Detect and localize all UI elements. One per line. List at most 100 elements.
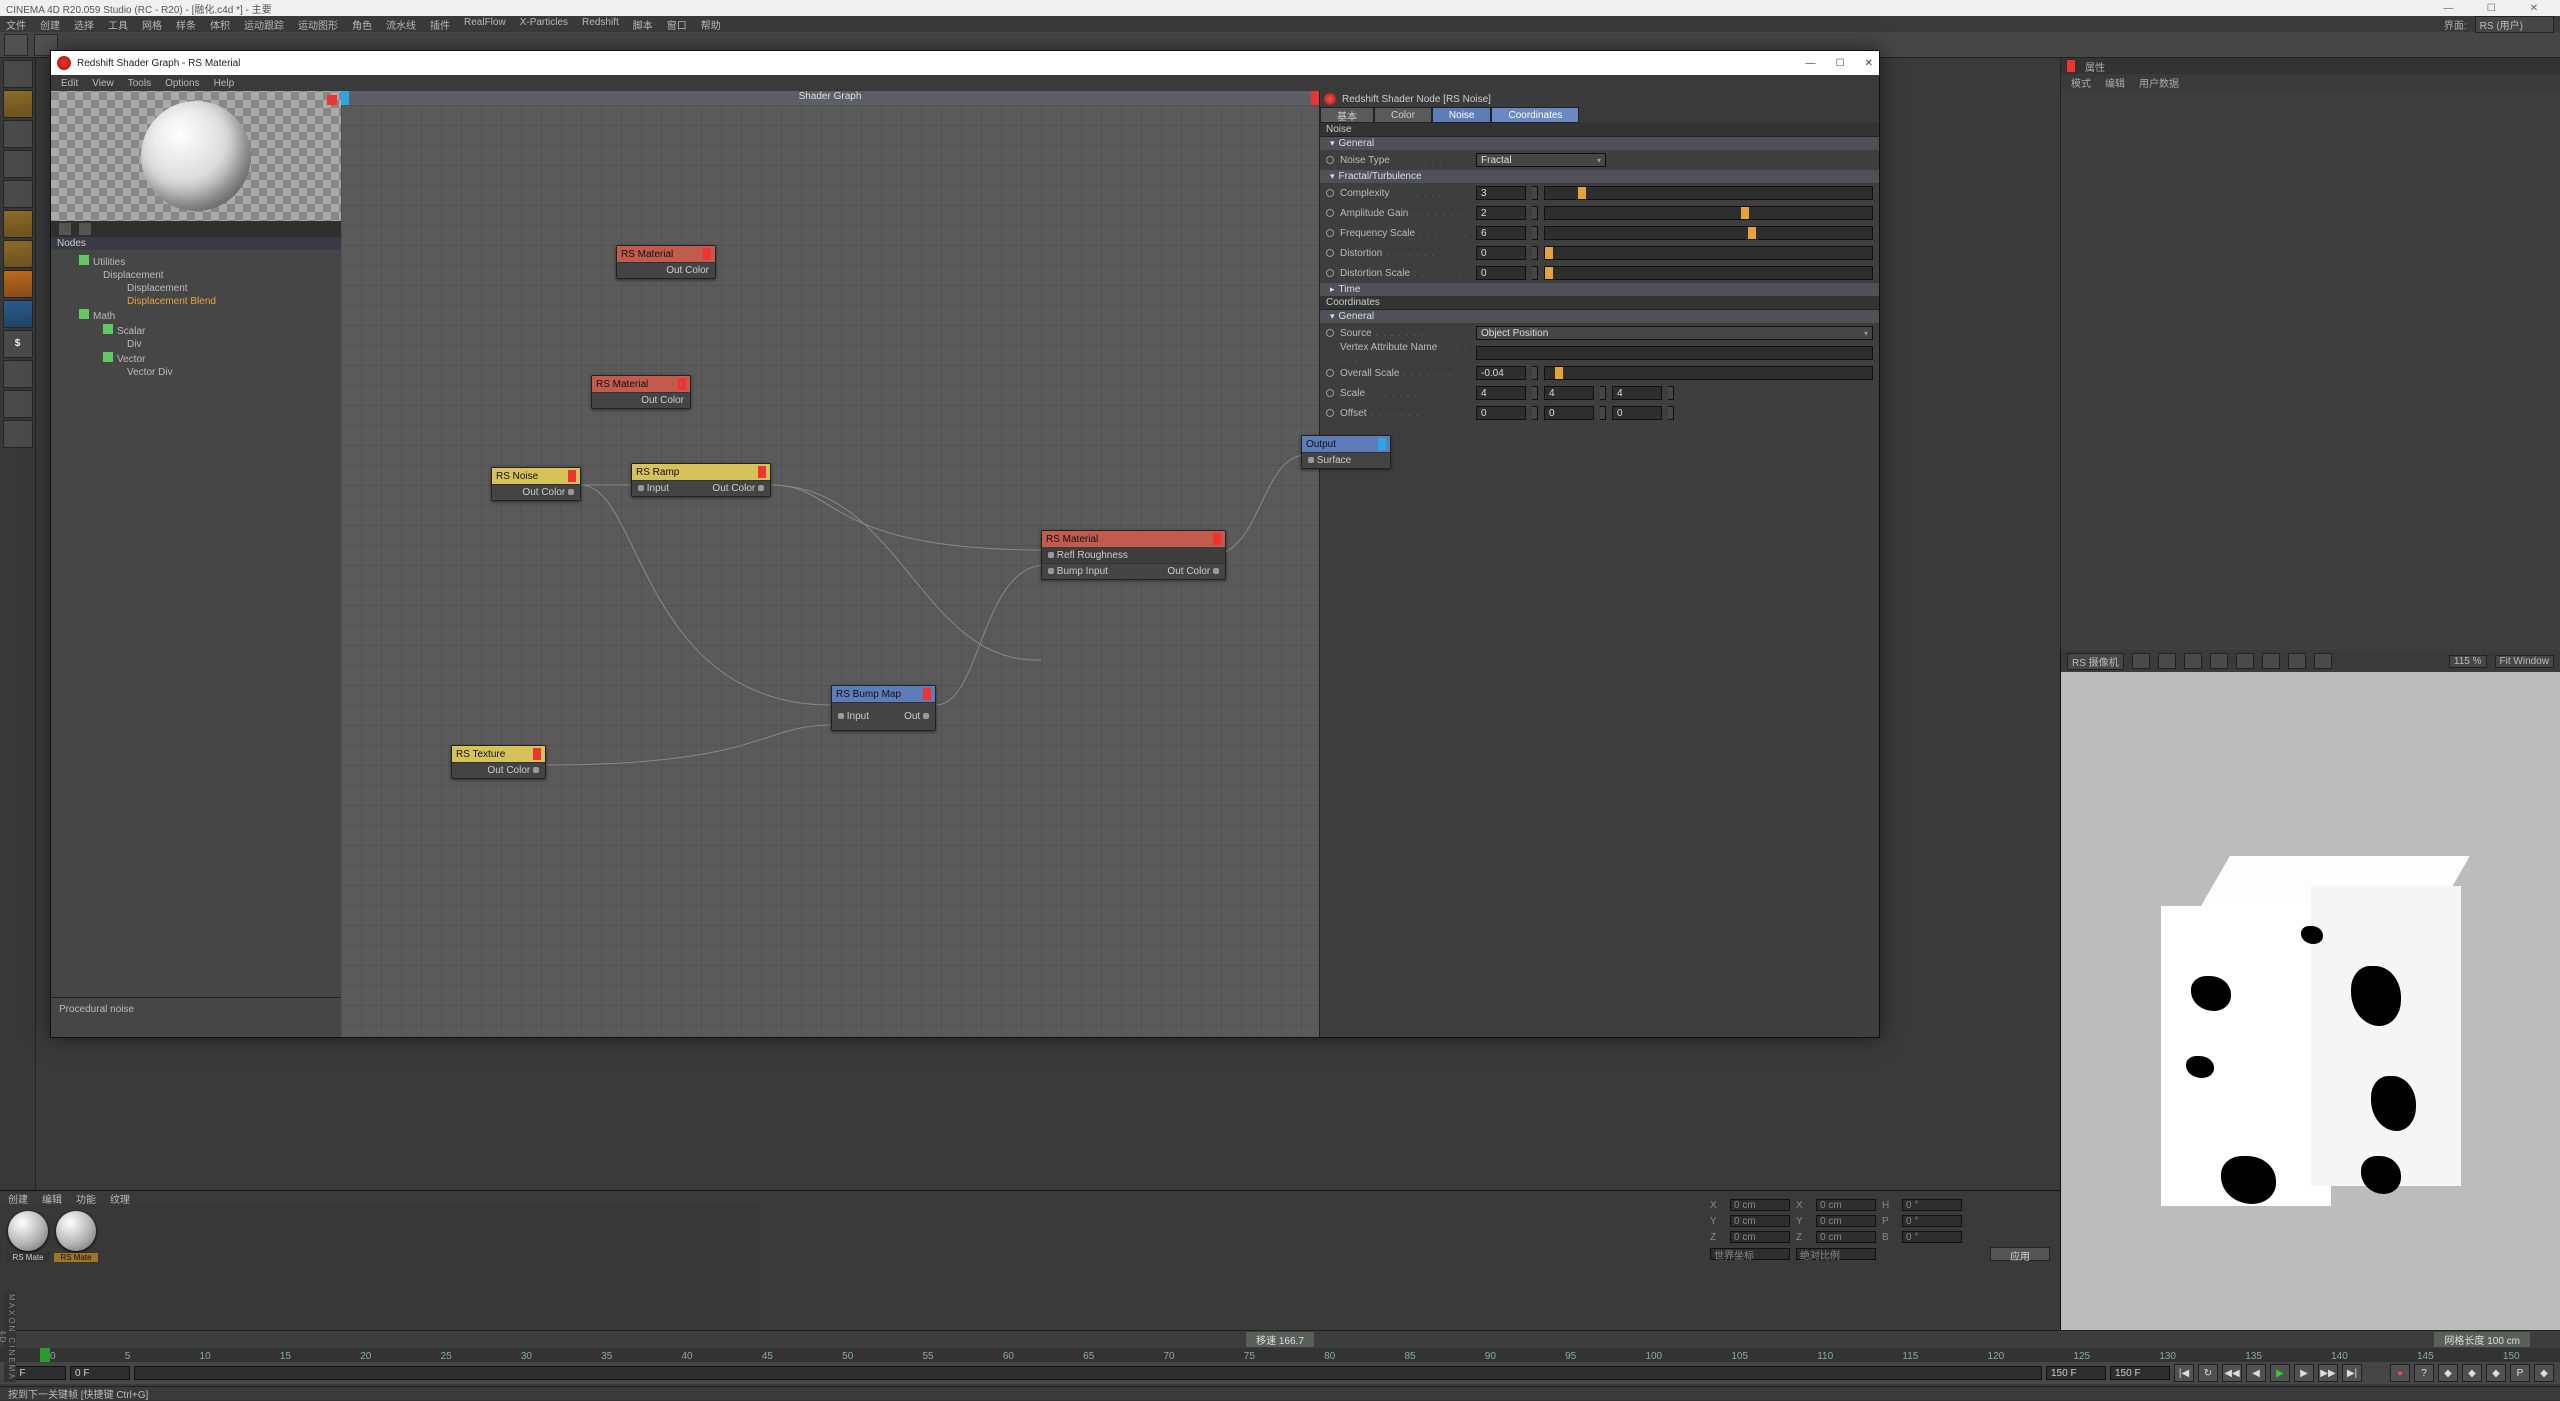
node-rs-noise[interactable]: RS Noise Out Color (491, 467, 581, 501)
node-rs-material-3[interactable]: RS Material Refl Roughness Bump InputOut… (1041, 530, 1226, 580)
menu-运动图形[interactable]: 运动图形 (298, 17, 338, 32)
node-rs-ramp[interactable]: RS Ramp InputOut Color (631, 463, 771, 497)
tweak-icon[interactable] (3, 300, 33, 328)
xray-icon[interactable] (3, 390, 33, 418)
shader-graph-canvas[interactable]: RS Material Out Color RS Material Out Co… (341, 105, 1319, 1037)
complexity-slider[interactable] (1544, 186, 1873, 200)
tree-item[interactable]: Math (55, 308, 337, 323)
step-back-button[interactable]: ◀ (2246, 1364, 2266, 1382)
close-button[interactable]: ✕ (2514, 3, 2554, 14)
snapshot-icon[interactable] (2288, 653, 2306, 669)
sg-minimize-button[interactable]: — (1806, 58, 1816, 69)
shader-graph-titlebar[interactable]: Redshift Shader Graph - RS Material — ☐ … (51, 51, 1879, 75)
group-general[interactable]: General (1320, 137, 1879, 150)
key-scale-button[interactable]: ◆ (2486, 1364, 2506, 1382)
menu-运动跟踪[interactable]: 运动跟踪 (244, 17, 284, 32)
point-mode-icon[interactable] (3, 180, 33, 208)
undo-button[interactable] (4, 34, 28, 56)
node-rs-texture[interactable]: RS Texture Out Color (451, 745, 546, 779)
end-frame-a-field[interactable]: 150 F (2046, 1366, 2106, 1380)
fit-select[interactable]: Fit Window (2495, 655, 2554, 668)
menu-X-Particles[interactable]: X-Particles (520, 17, 568, 32)
sg-close-button[interactable]: ✕ (1865, 58, 1873, 69)
time-ruler[interactable]: 0510152025303540455055606570758085909510… (0, 1348, 2560, 1362)
menu-样条[interactable]: 样条 (176, 17, 196, 32)
vertex-attr-input[interactable] (1476, 346, 1873, 360)
texture-mode-icon[interactable] (3, 120, 33, 148)
play-button[interactable]: ▶ (2270, 1364, 2290, 1382)
tree-item[interactable]: Displacement (55, 269, 337, 282)
goto-end-button[interactable]: ▶| (2342, 1364, 2362, 1382)
live-select-icon[interactable] (3, 60, 33, 88)
distortion-slider[interactable] (1544, 246, 1873, 260)
save-icon[interactable] (2314, 653, 2332, 669)
group-fractal[interactable]: Fractal/Turbulence (1320, 170, 1879, 183)
nodes-tree[interactable]: UtilitiesDisplacementDisplacementDisplac… (51, 250, 341, 997)
node-rs-material-1[interactable]: RS Material Out Color (616, 245, 716, 279)
bucket-icon[interactable] (2262, 653, 2280, 669)
minimize-button[interactable]: — (2428, 3, 2468, 14)
matmgr-menu[interactable]: 创建 (8, 1191, 28, 1205)
prev-key-button[interactable]: ◀◀ (2222, 1364, 2242, 1382)
autokey-button[interactable]: ? (2414, 1364, 2434, 1382)
group-general-coords[interactable]: General (1320, 310, 1879, 323)
step-fwd-button[interactable]: ▶ (2294, 1364, 2314, 1382)
viewport-solo-icon[interactable] (3, 360, 33, 388)
current-frame-field[interactable]: 0 F (70, 1366, 130, 1380)
loop-button[interactable]: ↻ (2198, 1364, 2218, 1382)
sg-maximize-button[interactable]: ☐ (1836, 58, 1845, 69)
lock-icon[interactable] (3, 420, 33, 448)
edge-mode-icon[interactable] (3, 210, 33, 238)
apply-button[interactable]: 应用 (1990, 1247, 2050, 1261)
scrub-bar[interactable] (134, 1366, 2042, 1380)
snap-icon[interactable]: $ (3, 330, 33, 358)
tab-color[interactable]: Color (1374, 107, 1432, 123)
menu-文件[interactable]: 文件 (6, 17, 26, 32)
tree-item[interactable]: Displacement Blend (55, 295, 337, 308)
menu-RealFlow[interactable]: RealFlow (464, 17, 506, 32)
key-pla-button[interactable]: ◆ (2534, 1364, 2554, 1382)
amplitude-slider[interactable] (1544, 206, 1873, 220)
tab-coordinates[interactable]: Coordinates (1491, 107, 1579, 123)
material-chip-2[interactable]: RS Mate (54, 1211, 98, 1324)
goto-start-button[interactable]: |◀ (2174, 1364, 2194, 1382)
menu-选择[interactable]: 选择 (74, 17, 94, 32)
source-select[interactable]: Object Position (1476, 326, 1873, 340)
menu-工具[interactable]: 工具 (108, 17, 128, 32)
key-param-button[interactable]: P (2510, 1364, 2530, 1382)
layout-select[interactable]: RS (用户) (2475, 16, 2554, 33)
menu-流水线[interactable]: 流水线 (386, 17, 416, 32)
frequency-slider[interactable] (1544, 226, 1873, 240)
key-pos-button[interactable]: ◆ (2438, 1364, 2458, 1382)
menu-帮助[interactable]: 帮助 (701, 17, 721, 32)
zoom-field[interactable]: 115 % (2449, 655, 2487, 668)
tab-basic[interactable]: 基本 (1320, 107, 1374, 123)
group-time[interactable]: Time (1320, 283, 1879, 296)
menu-脚本[interactable]: 脚本 (633, 17, 653, 32)
end-frame-b-field[interactable]: 150 F (2110, 1366, 2170, 1380)
axis-icon[interactable] (3, 270, 33, 298)
key-rot-button[interactable]: ◆ (2462, 1364, 2482, 1382)
menu-体积[interactable]: 体积 (210, 17, 230, 32)
menu-插件[interactable]: 插件 (430, 17, 450, 32)
attr-tab[interactable]: 用户数据 (2139, 75, 2179, 90)
menu-窗口[interactable]: 窗口 (667, 17, 687, 32)
node-rs-bumpmap[interactable]: RS Bump Map InputOut (831, 685, 936, 731)
tab-noise[interactable]: Noise (1432, 107, 1492, 123)
workplane-icon[interactable] (3, 150, 33, 178)
attr-tab[interactable]: 编辑 (2105, 75, 2125, 90)
next-key-button[interactable]: ▶▶ (2318, 1364, 2338, 1382)
matmgr-menu[interactable]: 功能 (76, 1191, 96, 1205)
sg-menu-options[interactable]: Options (165, 78, 199, 89)
snowflake-icon[interactable] (2184, 653, 2202, 669)
tree-item[interactable]: Scalar (55, 323, 337, 338)
record-button[interactable]: ● (2390, 1364, 2410, 1382)
menu-网格[interactable]: 网格 (142, 17, 162, 32)
camera-select[interactable]: RS 摄像机 (2067, 653, 2124, 670)
attr-tab[interactable]: 模式 (2071, 75, 2091, 90)
maximize-button[interactable]: ☐ (2471, 3, 2511, 14)
gear-icon[interactable] (59, 223, 71, 235)
tree-item[interactable]: Vector (55, 351, 337, 366)
distortion-scale-slider[interactable] (1544, 266, 1873, 280)
refresh-icon[interactable] (79, 223, 91, 235)
